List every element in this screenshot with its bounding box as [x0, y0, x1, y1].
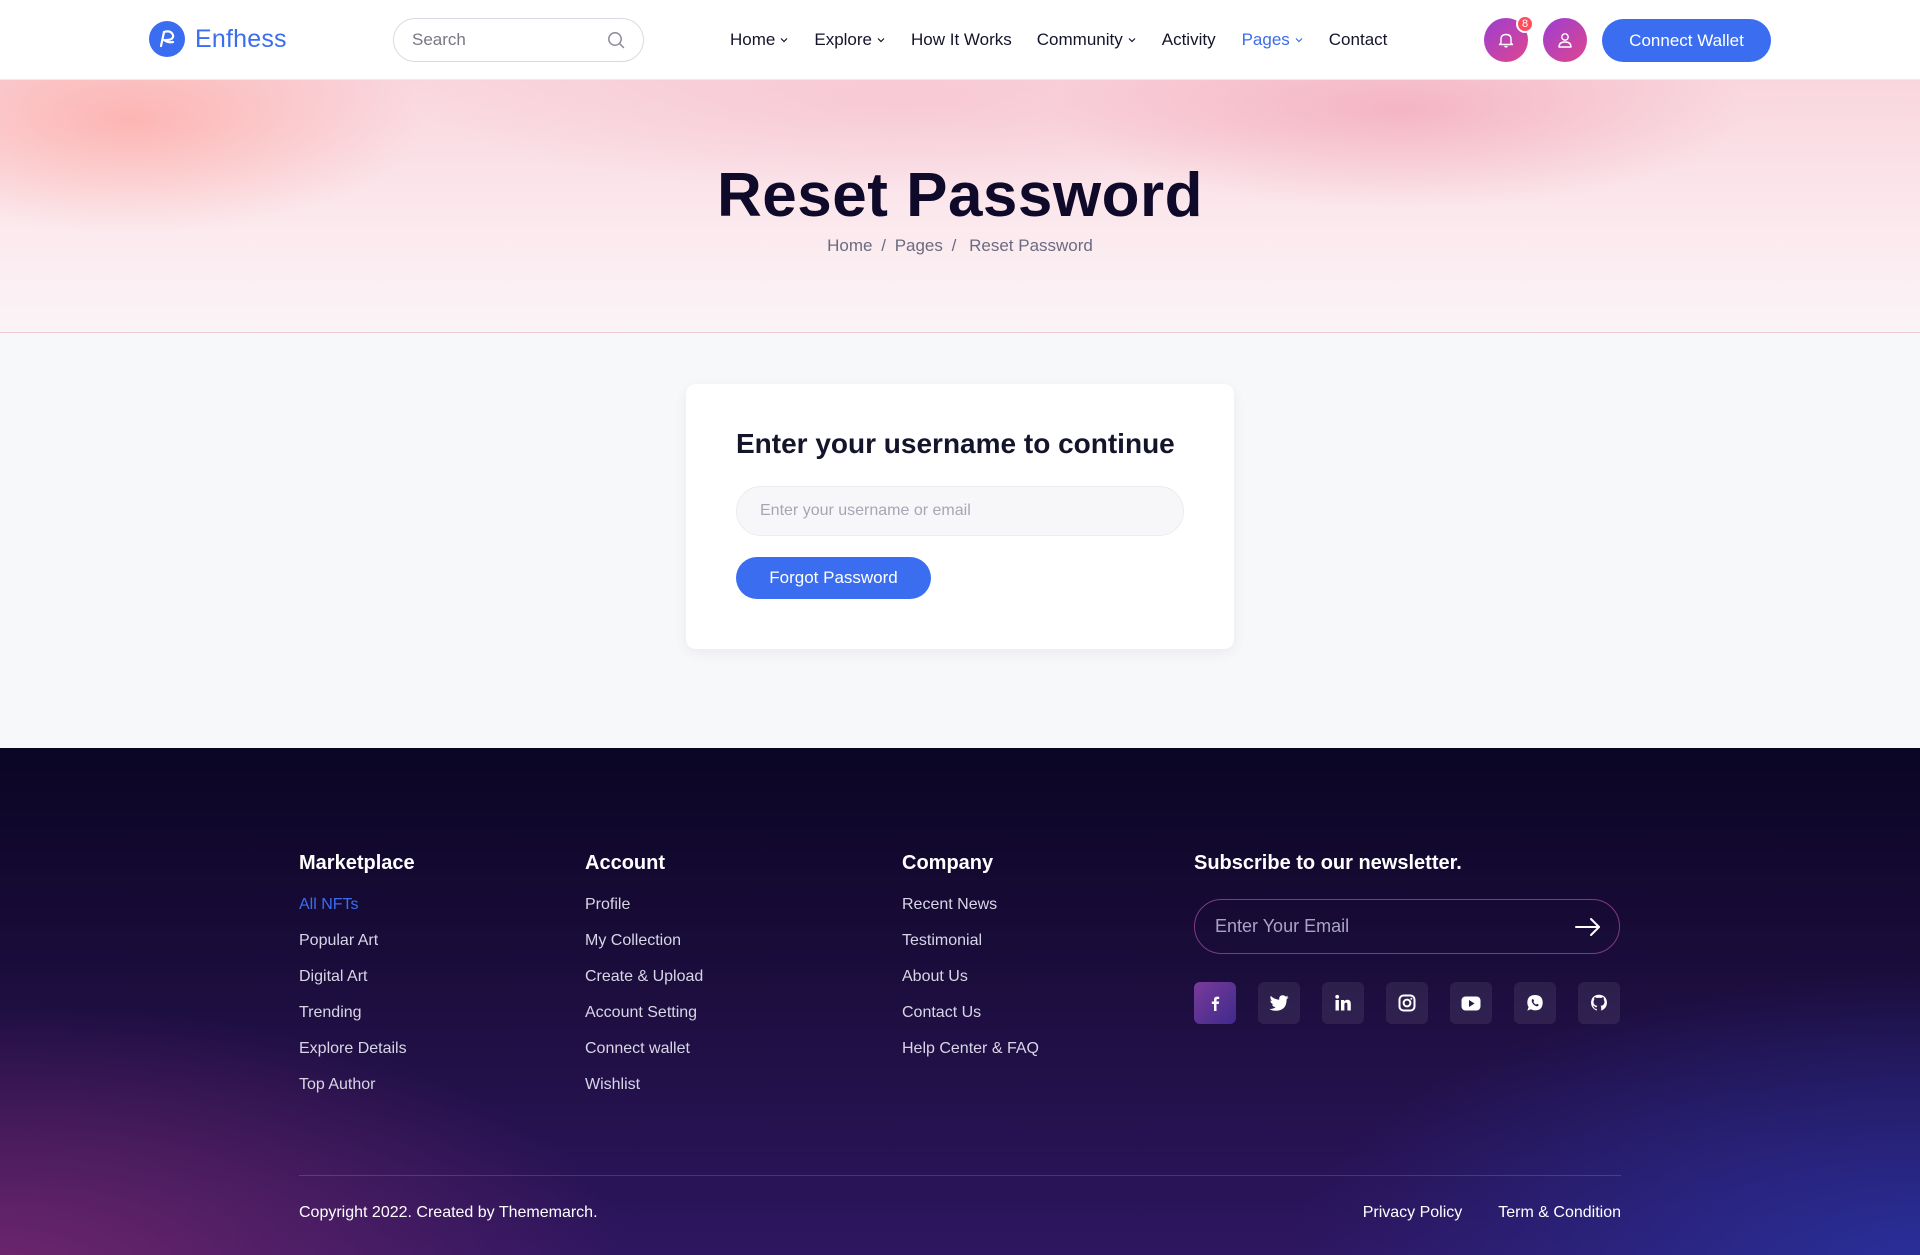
footer-column-company: Company Recent News Testimonial About Us… [902, 852, 1039, 1075]
newsletter-title: Subscribe to our newsletter. [1194, 852, 1462, 874]
chevron-down-icon [1295, 38, 1303, 43]
footer-link[interactable]: Connect wallet [585, 1039, 703, 1075]
footer-link[interactable]: Testimonial [902, 931, 1039, 967]
chevron-down-icon [1128, 38, 1136, 43]
nav-label: Explore [814, 30, 872, 49]
footer-link[interactable]: Digital Art [299, 967, 415, 1003]
nav-activity[interactable]: Activity [1162, 30, 1216, 50]
footer-link[interactable]: Contact Us [902, 1003, 1039, 1039]
footer-link[interactable]: Recent News [902, 895, 1039, 931]
brand-logo[interactable]: Enfhess [149, 21, 287, 57]
reset-password-card: Enter your username to continue Forgot P… [686, 384, 1234, 649]
main-nav: Home Explore How It Works Community Acti… [730, 0, 1387, 80]
chevron-down-icon [877, 38, 885, 43]
github-icon[interactable] [1578, 982, 1620, 1024]
nav-pages[interactable]: Pages [1242, 30, 1303, 50]
footer-column-title: Account [585, 852, 665, 874]
notification-badge: 8 [1516, 15, 1534, 33]
arrow-right-icon[interactable] [1575, 915, 1601, 944]
footer-link[interactable]: Popular Art [299, 931, 415, 967]
nav-label: Community [1036, 30, 1123, 49]
footer-column-title: Marketplace [299, 852, 415, 874]
footer-link[interactable]: Explore Details [299, 1039, 415, 1075]
breadcrumb-pages[interactable]: Pages [895, 236, 943, 255]
nav-label: Home [730, 30, 776, 49]
nav-explore[interactable]: Explore [814, 30, 885, 50]
breadcrumb-current: Reset Password [969, 236, 1093, 255]
nav-contact[interactable]: Contact [1329, 30, 1388, 50]
instagram-icon[interactable] [1386, 982, 1428, 1024]
terms-link[interactable]: Term & Condition [1498, 1204, 1621, 1222]
whatsapp-icon[interactable] [1514, 982, 1556, 1024]
search-icon[interactable] [607, 31, 625, 54]
footer-column-account: Account Profile My Collection Create & U… [585, 852, 703, 1111]
twitter-icon[interactable] [1258, 982, 1300, 1024]
user-icon [1558, 33, 1572, 48]
facebook-icon[interactable] [1194, 982, 1236, 1024]
social-links [1194, 982, 1620, 1024]
newsletter-form [1194, 899, 1620, 954]
breadcrumb-home[interactable]: Home [827, 236, 872, 255]
username-email-field[interactable] [736, 486, 1184, 536]
footer-link[interactable]: Create & Upload [585, 967, 703, 1003]
page-banner: Reset Password Home / Pages / Reset Pass… [0, 80, 1920, 333]
site-header: Enfhess Home Explore How It Works Commun… [0, 0, 1920, 80]
brand-name: Enfhess [195, 24, 287, 53]
nav-community[interactable]: Community [1037, 30, 1136, 50]
footer-link[interactable]: Wishlist [585, 1075, 703, 1111]
search-input[interactable] [412, 30, 592, 50]
linkedin-icon[interactable] [1322, 982, 1364, 1024]
youtube-icon[interactable] [1450, 982, 1492, 1024]
page-title: Reset Password [717, 161, 1203, 230]
site-footer: Marketplace All NFTs Popular Art Digital… [0, 748, 1920, 1255]
nav-label: Contact [1328, 30, 1388, 49]
card-title: Enter your username to continue [736, 428, 1175, 459]
footer-column-title: Company [902, 852, 994, 874]
footer-legal-links: Privacy Policy Term & Condition [1363, 1204, 1621, 1222]
footer-column-marketplace: Marketplace All NFTs Popular Art Digital… [299, 852, 415, 1111]
footer-link[interactable]: Account Setting [585, 1003, 703, 1039]
bell-icon [1498, 33, 1514, 48]
copyright-text: Copyright 2022. Created by Thememarch. [299, 1204, 598, 1221]
footer-link[interactable]: All NFTs [299, 895, 415, 931]
footer-link[interactable]: About Us [902, 967, 1039, 1003]
profile-button[interactable] [1543, 18, 1587, 62]
notifications-button[interactable]: 8 [1484, 15, 1534, 62]
footer-link[interactable]: Top Author [299, 1075, 415, 1111]
privacy-policy-link[interactable]: Privacy Policy [1363, 1204, 1463, 1222]
breadcrumb-separator: / [951, 236, 957, 255]
connect-wallet-button[interactable]: Connect Wallet [1602, 19, 1771, 62]
chevron-down-icon [780, 38, 788, 43]
footer-link[interactable]: Trending [299, 1003, 415, 1039]
newsletter: Subscribe to our newsletter. [1194, 852, 1620, 1024]
nav-label: Pages [1241, 30, 1290, 49]
nav-label: Activity [1161, 30, 1216, 49]
search-box [393, 18, 644, 62]
breadcrumb-separator: / [881, 236, 886, 255]
nav-how-it-works[interactable]: How It Works [911, 30, 1012, 50]
footer-link[interactable]: My Collection [585, 931, 703, 967]
footer-link[interactable]: Help Center & FAQ [902, 1039, 1039, 1075]
footer-link[interactable]: Profile [585, 895, 703, 931]
nav-home[interactable]: Home [730, 30, 788, 50]
nav-label: How It Works [911, 30, 1012, 49]
newsletter-email-input[interactable] [1215, 900, 1555, 953]
logo-icon [149, 21, 185, 57]
breadcrumb: Home / Pages / Reset Password [0, 236, 1920, 256]
forgot-password-button[interactable]: Forgot Password [736, 557, 931, 599]
footer-divider [299, 1175, 1621, 1176]
